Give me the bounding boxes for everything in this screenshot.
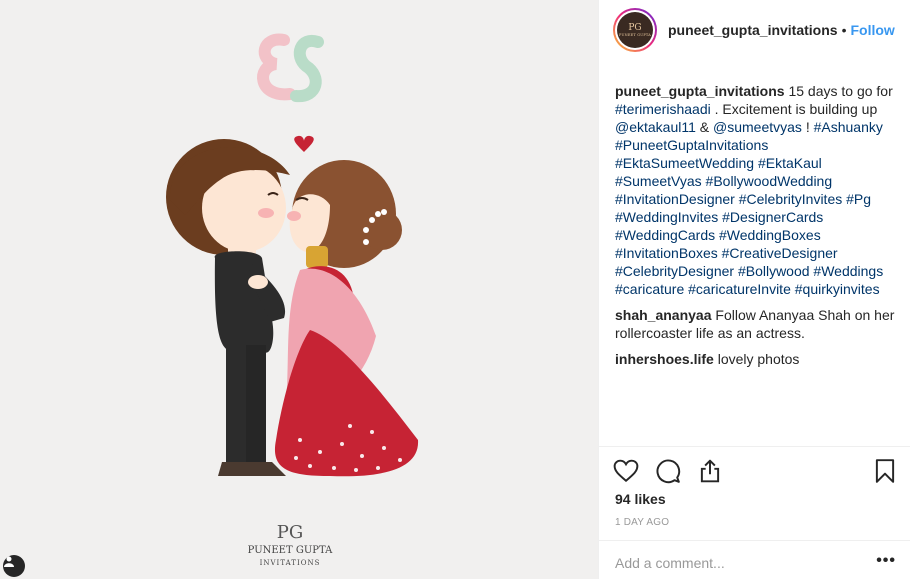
header-username[interactable]: puneet_gupta_invitations [668,22,838,38]
caption-text: & [695,119,714,135]
post-header: PG PUNEET GUPTA puneet_gupta_invitations… [599,0,910,60]
caption-text: ! [801,119,814,135]
comment-author[interactable]: shah_ananyaa [615,307,712,323]
action-bar [613,458,723,484]
follow-button[interactable]: Follow [850,22,894,38]
monogram-logo [257,33,324,103]
comment-icon[interactable] [655,458,681,484]
caption-text: 15 days to go for [784,83,893,99]
more-options-icon[interactable]: ••• [876,553,896,569]
hashtag-list[interactable]: #Ashuanky #PuneetGuptaInvitations #EktaS… [615,119,883,297]
post-timestamp[interactable]: 1 DAY AGO [615,517,669,528]
divider [599,446,910,447]
share-icon[interactable] [697,458,723,484]
brand-monogram: PG [277,522,304,543]
avatar-brand: PUNEET GUPTA [618,32,652,37]
brand-line1: PUNEET GUPTA [248,545,333,556]
comment-text: lovely photos [713,351,800,367]
mention-link[interactable]: @ektakaul11 [615,119,696,135]
heart-decoration [294,135,314,152]
brand-mark: PG PUNEET GUPTA INVITATIONS [248,522,333,567]
caption-author[interactable]: puneet_gupta_invitations [615,83,785,99]
comment-item: inhershoes.life lovely photos [615,350,895,368]
header-separator: • [841,22,847,38]
comment-item: shah_ananyaa Follow Ananyaa Shah on her … [615,306,895,342]
brand-line2: INVITATIONS [260,559,321,567]
comments-list: puneet_gupta_invitations 15 days to go f… [615,82,895,376]
caption: puneet_gupta_invitations 15 days to go f… [615,82,895,298]
avatar[interactable]: PG PUNEET GUPTA [613,8,657,52]
bookmark-icon[interactable] [872,458,898,484]
groom-figure [166,139,290,476]
heart-icon[interactable] [613,458,639,484]
post-sidebar: PG PUNEET GUPTA puneet_gupta_invitations… [598,0,910,579]
comment-author[interactable]: inhershoes.life [615,351,714,367]
user-tag-icon[interactable] [3,555,25,577]
avatar-monogram: PG [628,22,642,33]
post-image[interactable]: PG PUNEET GUPTA INVITATIONS [0,0,598,579]
caption-text: . Excitement is building up [710,101,878,117]
hashtag-link[interactable]: #terimerishaadi [615,101,711,117]
couple-illustration: PG PUNEET GUPTA INVITATIONS [166,33,419,567]
mention-link[interactable]: @sumeetvyas [713,119,802,135]
comment-input[interactable]: Add a comment... [615,555,725,571]
likes-count[interactable]: 94 likes [615,491,666,507]
